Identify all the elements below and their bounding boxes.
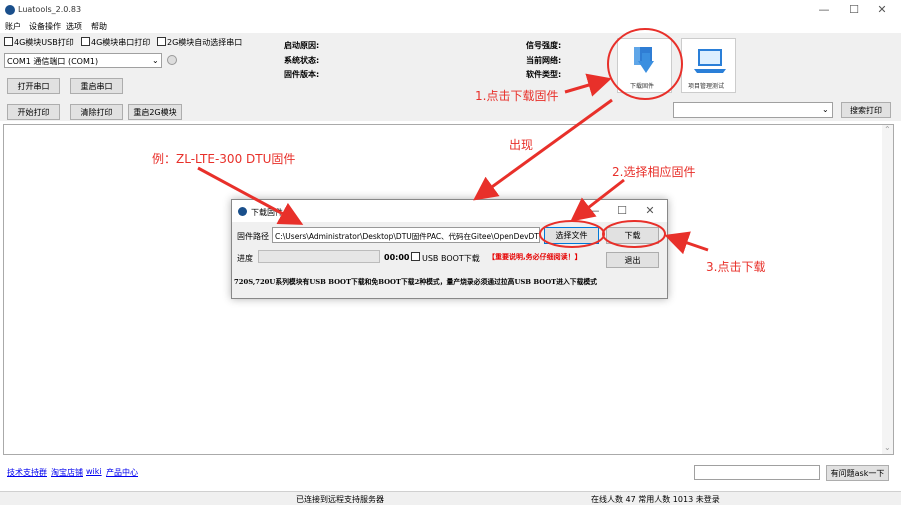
- arrow-example: [197, 166, 304, 225]
- annotation-step1: 1.点击下载固件: [475, 89, 559, 103]
- arrow-appear: [473, 98, 613, 201]
- annotation-overlay: [197, 28, 709, 255]
- annotation-example: 例：ZL-LTE-300 DTU固件: [152, 152, 296, 166]
- arrow-step2: [570, 178, 625, 222]
- highlight-download-tile-circle: [607, 28, 683, 100]
- arrow-step1: [564, 73, 612, 97]
- highlight-download-button-circle: [602, 220, 666, 248]
- annotation-step3: 3.点击下载: [706, 260, 766, 274]
- annotation-appear: 出现: [509, 138, 534, 152]
- highlight-choose-file-circle: [539, 220, 605, 248]
- annotation-step2: 2.选择相应固件: [612, 165, 696, 179]
- arrow-step3: [664, 231, 709, 255]
